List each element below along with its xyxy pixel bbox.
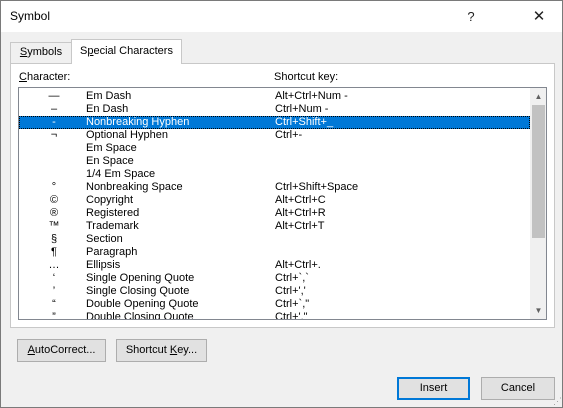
tab-symbols-label: ymbols [27, 46, 63, 58]
character-name: Section [86, 233, 123, 245]
autocorrect-button[interactable]: AutoCorrect... [17, 339, 106, 362]
character-symbol: © [49, 194, 59, 206]
character-name: Em Space [86, 142, 137, 154]
autocorrect-mnemonic: A [27, 344, 35, 356]
close-icon[interactable]: ✕ [523, 2, 555, 31]
shortcut-key: Ctrl+Num - [275, 103, 329, 115]
vertical-scrollbar[interactable]: ▲ ▼ [530, 88, 546, 319]
character-name: Copyright [86, 194, 134, 206]
list-item[interactable]: ° Nonbreaking Space Ctrl+Shift+Space [19, 181, 530, 194]
shortcut-key: Alt+Ctrl+R [275, 207, 326, 219]
shortcut-key: Ctrl+`,` [275, 272, 309, 284]
character-name: Nonbreaking Hyphen [86, 116, 190, 128]
scroll-thumb[interactable] [532, 105, 545, 238]
special-characters-panel: Character: Shortcut key: — Em Dash Alt+Ctr… [10, 63, 555, 328]
character-name: Ellipsis [86, 259, 121, 271]
shortcut-key-label: ey... [177, 344, 198, 356]
list-item[interactable]: En Space [19, 155, 530, 168]
help-icon[interactable]: ? [455, 2, 487, 31]
tab-special-label: ecial Characters [93, 45, 173, 57]
character-header-label: haracter: [26, 71, 71, 83]
title-bar: Symbol ? ✕ [1, 1, 562, 32]
shortcut-key-label-pre: Shortcut [125, 344, 170, 356]
shortcut-key: Ctrl+Shift+_ [275, 116, 334, 128]
symbol-dialog: Symbol ? ✕ Symbols Special Characters Ch… [0, 0, 563, 408]
character-name: En Dash [86, 103, 129, 115]
character-symbol: - [52, 116, 56, 128]
character-symbol: – [50, 103, 58, 115]
character-name: Paragraph [86, 246, 138, 258]
list-item[interactable]: ¬ Optional Hyphen Ctrl+- [19, 129, 530, 142]
list-item[interactable]: ” Double Closing Quote Ctrl+'," [19, 311, 530, 320]
shortcut-key-button[interactable]: Shortcut Key... [116, 339, 207, 362]
shortcut-key: Alt+Ctrl+. [275, 259, 321, 271]
character-name: Single Opening Quote [86, 272, 195, 284]
character-header-mnemonic: C [19, 71, 27, 83]
autocorrect-label: utoCorrect... [34, 344, 96, 356]
character-name: Nonbreaking Space [86, 181, 183, 193]
list-item[interactable]: © Copyright Alt+Ctrl+C [19, 194, 530, 207]
shortcut-key: Alt+Ctrl+Num - [275, 90, 348, 102]
list-item[interactable]: 1/4 Em Space [19, 168, 530, 181]
shortcut-key: Alt+Ctrl+C [275, 194, 326, 206]
list-item[interactable]: ¶ Paragraph [19, 246, 530, 259]
shortcut-column-header: Shortcut key: [274, 71, 339, 83]
character-symbol: ™ [48, 220, 60, 232]
character-name: Double Closing Quote [86, 311, 194, 320]
list-item[interactable]: ™ Trademark Alt+Ctrl+T [19, 220, 530, 233]
shortcut-key: Ctrl+`," [275, 298, 310, 310]
character-symbol: ” [52, 311, 56, 320]
character-symbol: ‘ [52, 272, 56, 284]
window-title: Symbol [10, 9, 51, 23]
list-item[interactable]: Em Space [19, 142, 530, 155]
list-item[interactable]: – En Dash Ctrl+Num - [19, 103, 530, 116]
special-characters-list[interactable]: — Em Dash Alt+Ctrl+Num - – En Dash Ctrl+Num -… [18, 87, 547, 320]
character-symbol: ¶ [51, 246, 57, 258]
shortcut-key: Ctrl+',' [275, 285, 306, 297]
cancel-button[interactable]: Cancel [481, 377, 555, 400]
tab-special-characters[interactable]: Special Characters [71, 39, 182, 64]
list-item[interactable]: — Em Dash Alt+Ctrl+Num - [19, 90, 530, 103]
insert-button[interactable]: Insert [397, 377, 470, 400]
character-name: Single Closing Quote [86, 285, 190, 297]
character-symbol: “ [52, 298, 56, 310]
list-item[interactable]: “ Double Opening Quote Ctrl+`," [19, 298, 530, 311]
list-item[interactable]: - Nonbreaking Hyphen Ctrl+Shift+_ [19, 116, 530, 129]
character-name: Em Dash [86, 90, 132, 102]
character-name: Trademark [86, 220, 139, 232]
character-symbol: — [48, 90, 60, 102]
shortcut-key: Alt+Ctrl+T [275, 220, 325, 232]
character-symbol: … [48, 259, 60, 271]
tab-symbols[interactable]: Symbols [10, 42, 72, 63]
shortcut-key: Ctrl+- [275, 129, 303, 141]
character-symbol: ® [49, 207, 59, 219]
resize-grip-icon[interactable]: ⋰ [549, 395, 562, 407]
character-name: Optional Hyphen [86, 129, 168, 141]
scroll-down-arrow-icon[interactable]: ▼ [530, 302, 546, 319]
character-name: 1/4 Em Space [86, 168, 156, 180]
character-name: Registered [86, 207, 140, 219]
character-symbol: ¬ [50, 129, 58, 141]
list-item[interactable]: … Ellipsis Alt+Ctrl+. [19, 259, 530, 272]
character-name: En Space [86, 155, 134, 167]
shortcut-key: Ctrl+'," [275, 311, 308, 320]
character-symbol: ’ [52, 285, 56, 297]
character-column-header: Character: [19, 71, 70, 83]
scroll-up-arrow-icon[interactable]: ▲ [530, 88, 546, 105]
list-item[interactable]: ‘ Single Opening Quote Ctrl+`,` [19, 272, 530, 285]
list-item[interactable]: ® Registered Alt+Ctrl+R [19, 207, 530, 220]
shortcut-key: Ctrl+Shift+Space [275, 181, 359, 193]
list-item[interactable]: § Section [19, 233, 530, 246]
list-item[interactable]: ’ Single Closing Quote Ctrl+',' [19, 285, 530, 298]
character-symbol: ° [51, 181, 57, 193]
character-name: Double Opening Quote [86, 298, 199, 310]
character-symbol: § [50, 233, 58, 245]
